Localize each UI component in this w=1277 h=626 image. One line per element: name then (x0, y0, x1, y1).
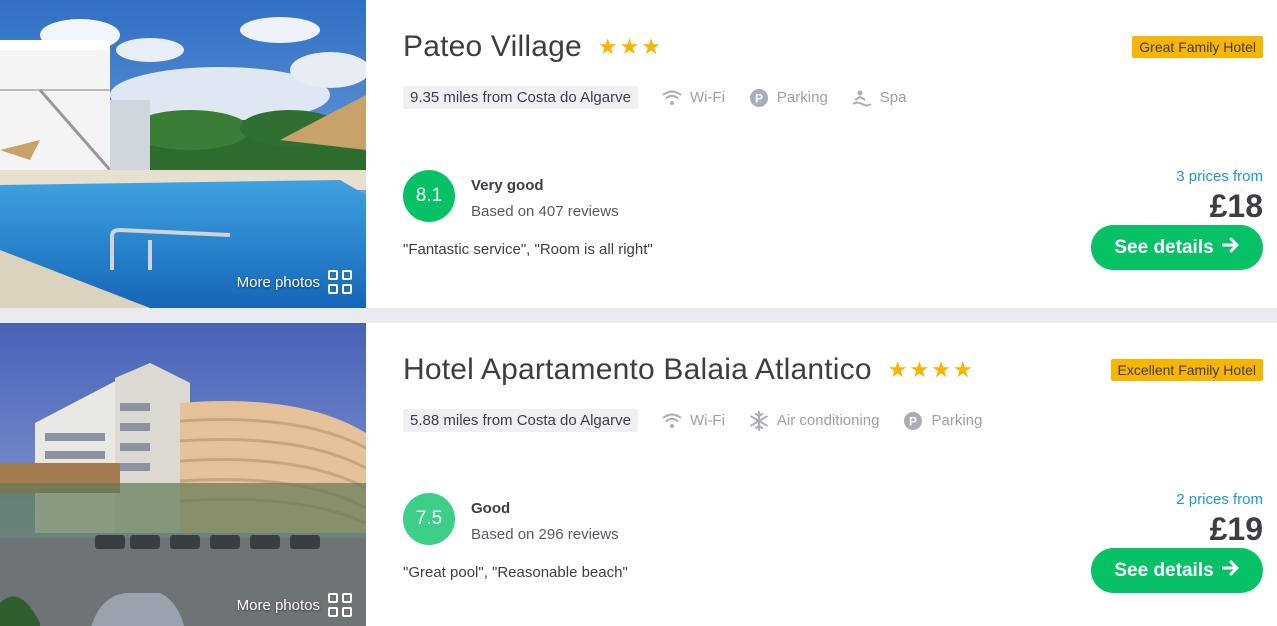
review-highlights: "Fantastic service", "Room is all right" (403, 241, 653, 258)
price: £18 (1209, 188, 1263, 224)
hotel-card: More photos Pateo Village ★★★ Great Fami… (0, 0, 1277, 308)
parking-icon: P (903, 411, 923, 431)
hotel-results-list: More photos Pateo Village ★★★ Great Fami… (0, 0, 1277, 626)
distance-label: 9.35 miles from Costa do Algarve (403, 86, 638, 109)
spa-icon (852, 89, 872, 107)
amenity-parking: P Parking (903, 411, 982, 431)
arrow-right-icon (1221, 560, 1240, 582)
review-highlights: "Great pool", "Reasonable beach" (403, 564, 628, 581)
parking-icon: P (749, 88, 769, 108)
hotel-name[interactable]: Hotel Apartamento Balaia Atlantico (403, 353, 872, 387)
review-score: 7.5 (403, 493, 455, 545)
amenity-label: Air conditioning (776, 412, 880, 429)
prices-from-link[interactable]: 3 prices from (1176, 168, 1263, 185)
svg-text:P: P (909, 414, 917, 428)
amenity-wifi: Wi-Fi (662, 89, 725, 106)
amenity-parking: P Parking (749, 88, 828, 108)
price: £19 (1209, 511, 1263, 547)
hotel-photo[interactable]: More photos (0, 323, 366, 626)
amenity-label: Wi-Fi (689, 412, 725, 429)
hotel-photo[interactable]: More photos (0, 0, 366, 308)
review-count: Based on 296 reviews (471, 526, 619, 543)
see-details-button[interactable]: See details (1091, 548, 1263, 593)
amenity-wifi: Wi-Fi (662, 412, 725, 429)
wifi-icon (662, 90, 682, 106)
family-hotel-badge: Excellent Family Hotel (1110, 359, 1263, 381)
more-photos-link[interactable]: More photos (237, 270, 352, 294)
amenity-label: Parking (776, 89, 828, 106)
amenities-row: 9.35 miles from Costa do Algarve Wi-Fi P… (403, 86, 906, 109)
see-details-button[interactable]: See details (1091, 225, 1263, 270)
hotel-name[interactable]: Pateo Village (403, 30, 582, 64)
snowflake-icon (749, 410, 769, 431)
see-details-label: See details (1114, 236, 1214, 258)
rating-word: Good (471, 500, 511, 517)
review-score: 8.1 (403, 170, 455, 222)
more-photos-label: More photos (236, 596, 320, 614)
amenity-label: Parking (931, 412, 983, 429)
amenities-row: 5.88 miles from Costa do Algarve Wi-Fi A… (403, 409, 982, 432)
review-count: Based on 407 reviews (471, 203, 619, 220)
more-photos-label: More photos (236, 273, 320, 291)
star-rating: ★★★ (597, 34, 664, 59)
photo-grid-icon (328, 593, 352, 617)
amenity-label: Spa (879, 89, 907, 106)
prices-from-link[interactable]: 2 prices from (1176, 491, 1263, 508)
more-photos-link[interactable]: More photos (237, 593, 352, 617)
amenity-label: Wi-Fi (689, 89, 725, 106)
hotel-info: Hotel Apartamento Balaia Atlantico ★★★★ … (403, 323, 1277, 626)
see-details-label: See details (1114, 559, 1214, 581)
distance-label: 5.88 miles from Costa do Algarve (403, 409, 638, 432)
hotel-info: Pateo Village ★★★ Great Family Hotel 9.3… (403, 0, 1277, 308)
arrow-right-icon (1221, 237, 1240, 259)
amenity-spa: Spa (852, 89, 907, 107)
star-rating: ★★★★ (887, 357, 975, 382)
photo-grid-icon (328, 270, 352, 294)
svg-text:P: P (755, 91, 763, 105)
wifi-icon (662, 413, 682, 429)
rating-word: Very good (471, 177, 544, 194)
family-hotel-badge: Great Family Hotel (1132, 36, 1263, 58)
hotel-card: More photos Hotel Apartamento Balaia Atl… (0, 323, 1277, 626)
amenity-air-conditioning: Air conditioning (749, 410, 880, 431)
